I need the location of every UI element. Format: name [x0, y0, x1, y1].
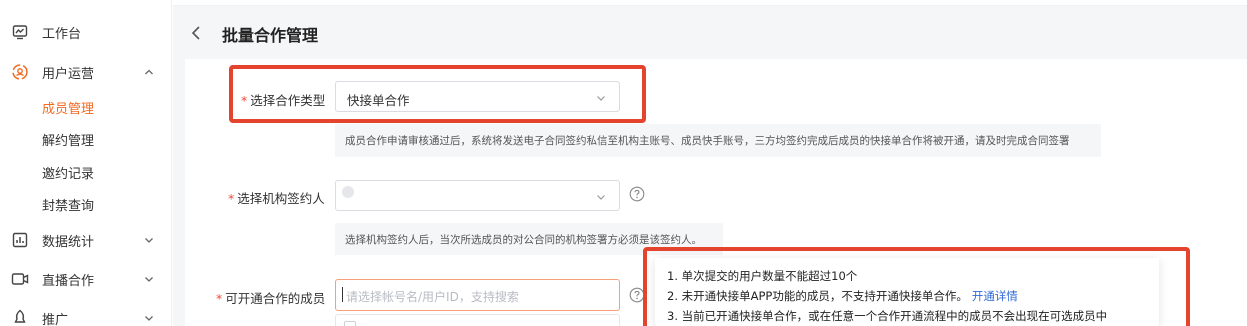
required-mark: * [228, 191, 235, 206]
chevron-down-icon [595, 92, 607, 104]
avatar [342, 186, 354, 198]
chevron-up-icon [142, 65, 156, 79]
sidebar-item-ban-query[interactable]: 封禁查询 [0, 188, 172, 220]
chevron-down-icon [142, 272, 156, 286]
promote-icon [11, 309, 29, 326]
coop-type-label: * 选择合作类型 [241, 93, 326, 108]
help-icon[interactable] [629, 287, 645, 303]
sidebar-item-invitation-records[interactable]: 邀约记录 [0, 156, 172, 188]
chevron-down-icon [595, 191, 607, 203]
signer-hint: 选择机构签约人后，当次所选成员的对公合同的机构签署方必须是该签约人。 [335, 223, 723, 255]
members-label: * 可开通合作的成员 [216, 291, 326, 306]
sidebar-item-label: 工作台 [42, 26, 82, 42]
text-cursor [342, 287, 343, 302]
required-mark: * [241, 93, 248, 108]
tooltip-line-3: 3. 当前已开通快接单合作，或在任意一个合作开通流程中的成员不会出现在可选成员中 [667, 309, 1108, 323]
back-arrow-icon[interactable] [190, 24, 204, 42]
dashboard-icon [11, 23, 29, 41]
coop-type-value: 快接单合作 [347, 93, 410, 108]
sidebar-item-label: 直播合作 [42, 273, 95, 289]
sidebar-item-user-ops[interactable]: 用户运营 [0, 56, 172, 88]
signer-select[interactable] [335, 180, 620, 211]
sidebar-item-data-stats[interactable]: 数据统计 [0, 224, 172, 256]
coop-type-select[interactable]: 快接单合作 [335, 81, 620, 112]
members-search-placeholder: 请选择帐号名/用户ID，支持搜索 [346, 290, 519, 304]
sidebar-item-member-management[interactable]: 成员管理 [0, 91, 172, 123]
required-mark: * [216, 291, 223, 306]
signer-label: * 选择机构签约人 [228, 191, 325, 206]
page-header [173, 6, 1247, 59]
sidebar-item-label: 数据统计 [42, 234, 95, 250]
sidebar-item-live-cooperation[interactable]: 直播合作 [0, 263, 172, 295]
tooltip: 1. 单次提交的用户数量不能超过10个 2. 未开通快接单APP功能的成员，不支… [655, 258, 1159, 326]
sidebar-item-label: 解约管理 [42, 133, 95, 149]
sidebar-item-label: 封禁查询 [42, 198, 95, 214]
sidebar-item-label: 邀约记录 [42, 166, 95, 182]
tooltip-line-2: 2. 未开通快接单APP功能的成员，不支持开通快接单合作。 开通详情 [667, 289, 1018, 303]
sidebar-item-termination-management[interactable]: 解约管理 [0, 123, 172, 155]
members-dropdown[interactable] [335, 314, 620, 326]
sidebar-item-workbench[interactable]: 工作台 [0, 16, 172, 48]
help-icon[interactable] [629, 186, 645, 202]
sidebar-item-label: 用户运营 [42, 66, 95, 82]
live-icon [11, 270, 29, 288]
user-ops-icon [11, 63, 29, 81]
sidebar-item-label: 推广 [42, 312, 69, 326]
sidebar: 工作台 用户运营 成员管理 解约管理 邀约记录 封禁查询 数据统计 直播合作 推… [0, 0, 172, 326]
chevron-down-icon [142, 233, 156, 247]
page-title: 批量合作管理 [222, 26, 319, 45]
chevron-down-icon [142, 311, 156, 325]
open-details-link[interactable]: 开通详情 [972, 289, 1018, 303]
checkbox[interactable] [344, 321, 356, 326]
coop-type-hint: 成员合作申请审核通过后，系统将发送电子合同签约私信至机构主账号、成员快手账号，三… [335, 124, 1101, 157]
sidebar-item-label: 成员管理 [42, 101, 95, 117]
sidebar-item-promote[interactable]: 推广 [0, 302, 172, 326]
tooltip-line-1: 1. 单次提交的用户数量不能超过10个 [667, 269, 858, 283]
data-stats-icon [11, 231, 29, 249]
